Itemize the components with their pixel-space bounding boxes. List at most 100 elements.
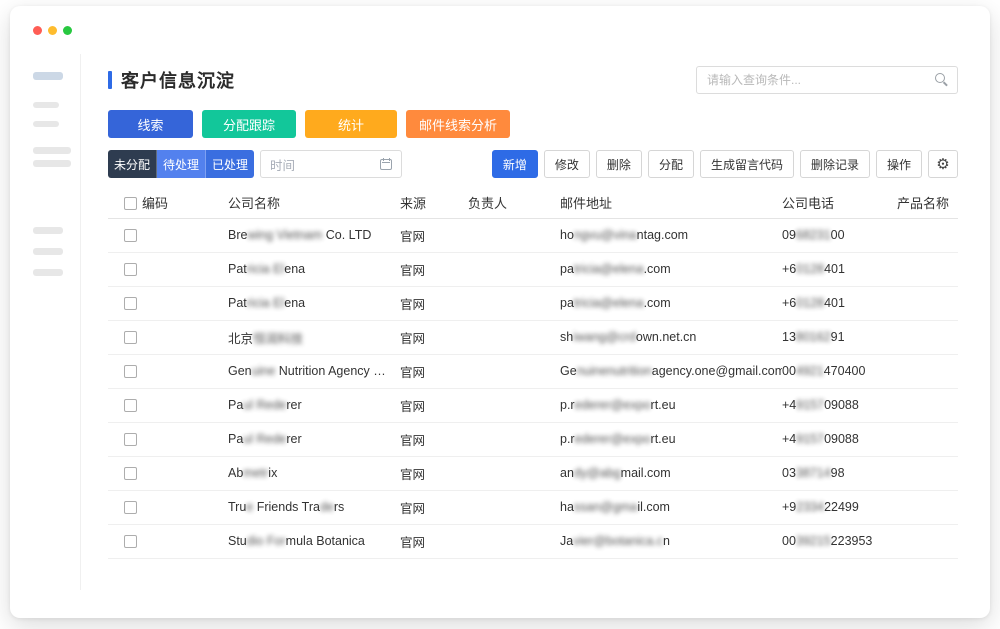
row-checkbox[interactable] — [124, 501, 137, 514]
col-header-phone: 公司电话 — [782, 188, 897, 218]
visible-text: +6 — [782, 296, 796, 310]
table-row: Paul Rederer官网p.rederer@export.eu+491570… — [108, 422, 958, 456]
delete-button[interactable]: 删除 — [596, 150, 642, 178]
toolbar-filters: 未分配待处理已处理 时间 — [108, 150, 402, 178]
row-checkbox[interactable] — [124, 535, 137, 548]
cell-owner — [468, 524, 560, 558]
date-filter-placeholder: 时间 — [270, 155, 295, 174]
row-checkbox[interactable] — [124, 365, 137, 378]
date-filter[interactable]: 时间 — [260, 150, 402, 178]
cell-source: 官网 — [400, 388, 468, 422]
tab-leads[interactable]: 线索 — [108, 110, 193, 138]
cell-email: shiwang@crdown.net.cn — [560, 320, 782, 354]
sidebar-placeholder — [33, 72, 63, 80]
col-header-company: 公司名称 — [228, 188, 400, 218]
cell-product — [897, 456, 958, 490]
filter-unassigned[interactable]: 未分配 — [108, 150, 157, 178]
visible-text: rt.eu — [651, 432, 676, 446]
cell-source: 官网 — [400, 286, 468, 320]
row-select-cell — [108, 388, 142, 422]
desktop: 客户信息沉淀 线索分配跟踪统计邮件线索分析 未分配待处理已处理 时间 新增修改删… — [0, 0, 1000, 629]
visible-text: Nutrition Agency … — [275, 364, 385, 378]
tab-stats[interactable]: 统计 — [305, 110, 397, 138]
visible-text: .com — [644, 262, 671, 276]
redacted-text: ul Rede — [243, 432, 286, 446]
assign-button[interactable]: 分配 — [648, 150, 694, 178]
cell-code — [142, 320, 228, 354]
cell-phone: 0039215223953 — [782, 524, 897, 558]
main-content: 客户信息沉淀 线索分配跟踪统计邮件线索分析 未分配待处理已处理 时间 新增修改删… — [108, 66, 958, 559]
redacted-text: ngvu@vina — [574, 228, 637, 242]
cell-product — [897, 354, 958, 388]
row-checkbox[interactable] — [124, 297, 137, 310]
customer-table: 编码公司名称来源负责人邮件地址公司电话产品名称 Brewing Vietnam … — [108, 188, 958, 559]
cell-company: Abmetrix — [228, 456, 400, 490]
search-input[interactable] — [696, 66, 958, 94]
visible-text: 09088 — [824, 432, 859, 446]
tab-bar: 线索分配跟踪统计邮件线索分析 — [108, 110, 958, 138]
maximize-button[interactable] — [63, 26, 72, 35]
row-select-cell — [108, 354, 142, 388]
visible-text: own.net.cn — [636, 330, 696, 344]
calendar-icon — [380, 159, 392, 170]
sidebar-divider — [80, 54, 81, 590]
sidebar-placeholder — [33, 102, 59, 108]
visible-text: Ab — [228, 466, 243, 480]
cell-phone: +60128401 — [782, 252, 897, 286]
search-icon[interactable] — [935, 73, 949, 87]
select-all-checkbox[interactable] — [124, 197, 137, 210]
redacted-text: 4921 — [796, 364, 824, 378]
visible-text: 03 — [782, 466, 796, 480]
filter-pending[interactable]: 待处理 — [157, 150, 206, 178]
close-button[interactable] — [33, 26, 42, 35]
delete-records-button[interactable]: 删除记录 — [800, 150, 870, 178]
cell-product — [897, 422, 958, 456]
cell-company: Paul Rederer — [228, 422, 400, 456]
cell-owner — [468, 456, 560, 490]
cell-email: Javier@botanica.cn — [560, 524, 782, 558]
row-checkbox[interactable] — [124, 399, 137, 412]
row-checkbox[interactable] — [124, 331, 137, 344]
edit-button[interactable]: 修改 — [544, 150, 590, 178]
cell-company: Brewing Vietnam Co. LTD — [228, 218, 400, 252]
row-checkbox[interactable] — [124, 433, 137, 446]
toolbar-actions: 新增修改删除分配生成留言代码删除记录操作⚙ — [486, 150, 958, 178]
filter-processed[interactable]: 已处理 — [206, 150, 254, 178]
redacted-text: ul Rede — [243, 398, 286, 412]
page-header: 客户信息沉淀 — [108, 66, 958, 94]
generate-message-code-button[interactable]: 生成留言代码 — [700, 150, 794, 178]
cell-code — [142, 252, 228, 286]
table-row: Abmetrix官网andy@abgmail.com033871498 — [108, 456, 958, 490]
cell-company: Studio Formula Botanica — [228, 524, 400, 558]
minimize-button[interactable] — [48, 26, 57, 35]
sidebar-placeholder — [33, 121, 59, 127]
row-checkbox[interactable] — [124, 263, 137, 276]
row-select-cell — [108, 422, 142, 456]
redacted-text: ricia El — [247, 296, 285, 310]
visible-text: mail.com — [621, 466, 671, 480]
cell-company: Genuine Nutrition Agency … — [228, 354, 400, 388]
visible-text: +6 — [782, 262, 796, 276]
row-checkbox[interactable] — [124, 467, 137, 480]
cell-owner — [468, 252, 560, 286]
add-button[interactable]: 新增 — [492, 150, 538, 178]
visible-text: +4 — [782, 432, 796, 446]
search-box — [696, 66, 958, 94]
visible-text: Bre — [228, 228, 247, 242]
tab-email-lead-analysis[interactable]: 邮件线索分析 — [406, 110, 510, 138]
visible-text: 401 — [824, 262, 845, 276]
cell-source: 官网 — [400, 354, 468, 388]
visible-text: ho — [560, 228, 574, 242]
row-select-cell — [108, 218, 142, 252]
tab-assign-track[interactable]: 分配跟踪 — [202, 110, 296, 138]
cell-code — [142, 388, 228, 422]
cell-owner — [468, 490, 560, 524]
operate-button[interactable]: 操作 — [876, 150, 922, 178]
redacted-text: 0128 — [796, 262, 824, 276]
status-filter: 未分配待处理已处理 — [108, 150, 254, 178]
cell-phone: +9233422499 — [782, 490, 897, 524]
row-checkbox[interactable] — [124, 229, 137, 242]
table-row: Studio Formula Botanica官网Javier@botanica… — [108, 524, 958, 558]
settings-gear-icon[interactable]: ⚙ — [928, 150, 958, 178]
row-select-cell — [108, 252, 142, 286]
